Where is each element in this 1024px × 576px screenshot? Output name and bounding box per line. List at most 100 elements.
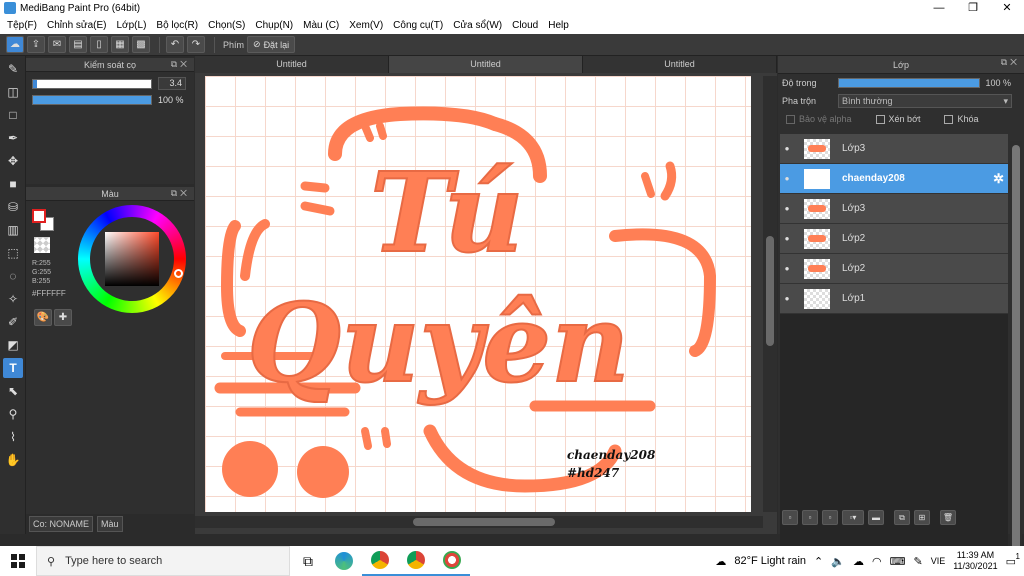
redo-icon[interactable]: ↷ bbox=[187, 36, 205, 53]
scrollbar-thumb[interactable] bbox=[1012, 145, 1020, 553]
menu-layer[interactable]: Lớp(L) bbox=[114, 20, 154, 31]
brush-opacity-slider[interactable] bbox=[32, 95, 152, 105]
panel-icon[interactable]: ▦ bbox=[111, 36, 129, 53]
visibility-icon[interactable]: ● bbox=[780, 204, 794, 213]
new-layer-8bit-icon[interactable]: ▫ bbox=[802, 510, 818, 525]
chevron-up-icon[interactable]: ⌃ bbox=[814, 555, 823, 568]
saturation-box[interactable] bbox=[105, 232, 159, 286]
menu-snap[interactable]: Chụp(N) bbox=[252, 20, 300, 31]
menu-file[interactable]: Tệp(F) bbox=[4, 20, 44, 31]
edge-icon[interactable] bbox=[326, 546, 362, 576]
bucket-icon[interactable]: ⛁ bbox=[3, 197, 23, 217]
reset-button[interactable]: ⊘ Đặt lại bbox=[247, 36, 296, 53]
palette-icon[interactable]: 🎨 bbox=[34, 309, 52, 326]
layer-scrollbar[interactable] bbox=[1010, 141, 1022, 561]
page-icon[interactable]: ▯ bbox=[90, 36, 108, 53]
chrome-icon[interactable] bbox=[362, 546, 398, 576]
color-wheel[interactable] bbox=[78, 205, 186, 313]
speaker-icon[interactable]: 🔈 bbox=[831, 555, 845, 568]
undo-icon[interactable]: ↶ bbox=[166, 36, 184, 53]
panel-controls-icon[interactable]: ⧉✕ bbox=[171, 59, 190, 70]
scrollbar-thumb[interactable] bbox=[766, 236, 774, 346]
notification-icon[interactable]: ▭ 1 bbox=[1006, 552, 1020, 568]
weather-text[interactable]: 82°F Light rain bbox=[734, 555, 806, 567]
start-button[interactable] bbox=[0, 554, 36, 568]
language-indicator[interactable]: VIE bbox=[931, 556, 946, 566]
merge-layer-icon[interactable]: ⊞ bbox=[914, 510, 930, 525]
menu-color[interactable]: Màu (C) bbox=[300, 20, 346, 31]
blend-mode-select[interactable]: Bình thường bbox=[838, 94, 1013, 108]
fill-rect-icon[interactable]: ■ bbox=[3, 174, 23, 194]
gradient-icon[interactable]: ▥ bbox=[3, 220, 23, 240]
panel-controls-icon[interactable]: ⧉✕ bbox=[171, 188, 190, 199]
brush-size-slider[interactable] bbox=[32, 78, 152, 89]
color-set-name[interactable]: Co: NONAME bbox=[29, 516, 94, 532]
menu-window[interactable]: Cửa sổ(W) bbox=[450, 20, 509, 31]
menu-filter[interactable]: Bộ lọc(R) bbox=[153, 20, 205, 31]
keyboard-icon[interactable]: ⌨ bbox=[890, 555, 906, 568]
delete-layer-icon[interactable]: 🗑 bbox=[940, 510, 956, 525]
chrome-icon[interactable] bbox=[398, 546, 434, 576]
pen-icon[interactable]: ✎ bbox=[913, 555, 922, 568]
operation-icon[interactable]: ⬉ bbox=[3, 381, 23, 401]
move-icon[interactable]: ✥ bbox=[3, 151, 23, 171]
shape-icon[interactable]: □ bbox=[3, 105, 23, 125]
grid-icon[interactable]: ▩ bbox=[132, 36, 150, 53]
clipping-checkbox[interactable]: Xén bớt bbox=[875, 114, 920, 124]
transparent-swatch[interactable] bbox=[34, 237, 50, 253]
wifi-icon[interactable]: ◠ bbox=[872, 555, 882, 568]
clock[interactable]: 11:39 AM 11/30/2021 bbox=[953, 550, 997, 572]
palette-add-icon[interactable]: ✚ bbox=[54, 309, 72, 326]
menu-cloud[interactable]: Cloud bbox=[509, 20, 545, 31]
new-layer-1bit-icon[interactable]: ▫ bbox=[822, 510, 838, 525]
scrollbar-thumb[interactable] bbox=[413, 518, 555, 526]
layer-row[interactable]: ● Lớp2 bbox=[780, 224, 1008, 254]
new-layer-icon[interactable]: ▫ bbox=[782, 510, 798, 525]
canvas-horizontal-scrollbar[interactable] bbox=[195, 516, 763, 528]
brush-size-value[interactable]: 3.4 bbox=[158, 77, 186, 90]
layer-opacity-slider[interactable] bbox=[837, 78, 980, 88]
layer-row[interactable]: ● chaenday208 ✲ bbox=[780, 164, 1008, 194]
pen-icon[interactable]: ✒ bbox=[3, 128, 23, 148]
color-tab[interactable]: Màu bbox=[97, 516, 123, 532]
eraser-icon[interactable]: ◫ bbox=[3, 82, 23, 102]
visibility-icon[interactable]: ● bbox=[780, 174, 794, 183]
hand-icon[interactable]: ✋ bbox=[3, 450, 23, 470]
tab-untitled-2[interactable]: Untitled bbox=[389, 56, 583, 73]
folder-icon[interactable]: ▬ bbox=[868, 510, 884, 525]
tab-untitled-1[interactable]: Untitled bbox=[195, 56, 389, 73]
taskbar-search[interactable]: ⚲ Type here to search bbox=[36, 546, 290, 576]
gear-icon[interactable]: ✲ bbox=[993, 171, 1004, 187]
text-icon[interactable]: T bbox=[3, 358, 23, 378]
select-rect-icon[interactable]: ⬚ bbox=[3, 243, 23, 263]
visibility-icon[interactable]: ● bbox=[780, 144, 794, 153]
canvas-vertical-scrollbar[interactable] bbox=[763, 76, 777, 512]
minimize-button[interactable]: — bbox=[922, 0, 956, 16]
menu-select[interactable]: Chọn(S) bbox=[205, 20, 252, 31]
canvas[interactable]: Tú Quyên chaenday208 #hd247 bbox=[205, 76, 751, 512]
layer-row[interactable]: ● Lớp1 bbox=[780, 284, 1008, 314]
visibility-icon[interactable]: ● bbox=[780, 294, 794, 303]
hue-handle[interactable] bbox=[174, 269, 183, 278]
lock-checkbox[interactable]: Khóa bbox=[944, 114, 979, 124]
fg-bg-swatch[interactable] bbox=[32, 209, 56, 233]
panel-controls-icon[interactable]: ⧉✕ bbox=[1001, 57, 1020, 68]
select-eraser-icon[interactable]: ◩ bbox=[3, 335, 23, 355]
magic-wand-icon[interactable]: ✧ bbox=[3, 289, 23, 309]
brush-icon[interactable]: ✎ bbox=[3, 59, 23, 79]
tab-untitled-3[interactable]: Untitled bbox=[583, 56, 777, 73]
layer-row[interactable]: ● Lớp2 bbox=[780, 254, 1008, 284]
select-pen-icon[interactable]: ✐ bbox=[3, 312, 23, 332]
chat-icon[interactable]: ✉ bbox=[48, 36, 66, 53]
close-button[interactable]: ✕ bbox=[990, 0, 1024, 16]
maximize-button[interactable]: ❐ bbox=[956, 0, 990, 16]
duplicate-layer-icon[interactable]: ⧉ bbox=[894, 510, 910, 525]
task-view-icon[interactable]: ⧉ bbox=[290, 546, 326, 576]
comment-icon[interactable]: ▤ bbox=[69, 36, 87, 53]
visibility-icon[interactable]: ● bbox=[780, 264, 794, 273]
cloud-icon[interactable]: ☁ bbox=[6, 36, 24, 53]
lasso-icon[interactable]: ◌ bbox=[3, 266, 23, 286]
share-icon[interactable]: ⇪ bbox=[27, 36, 45, 53]
pipette-icon[interactable]: ⌇ bbox=[3, 427, 23, 447]
menu-tools[interactable]: Công cụ(T) bbox=[390, 20, 450, 31]
